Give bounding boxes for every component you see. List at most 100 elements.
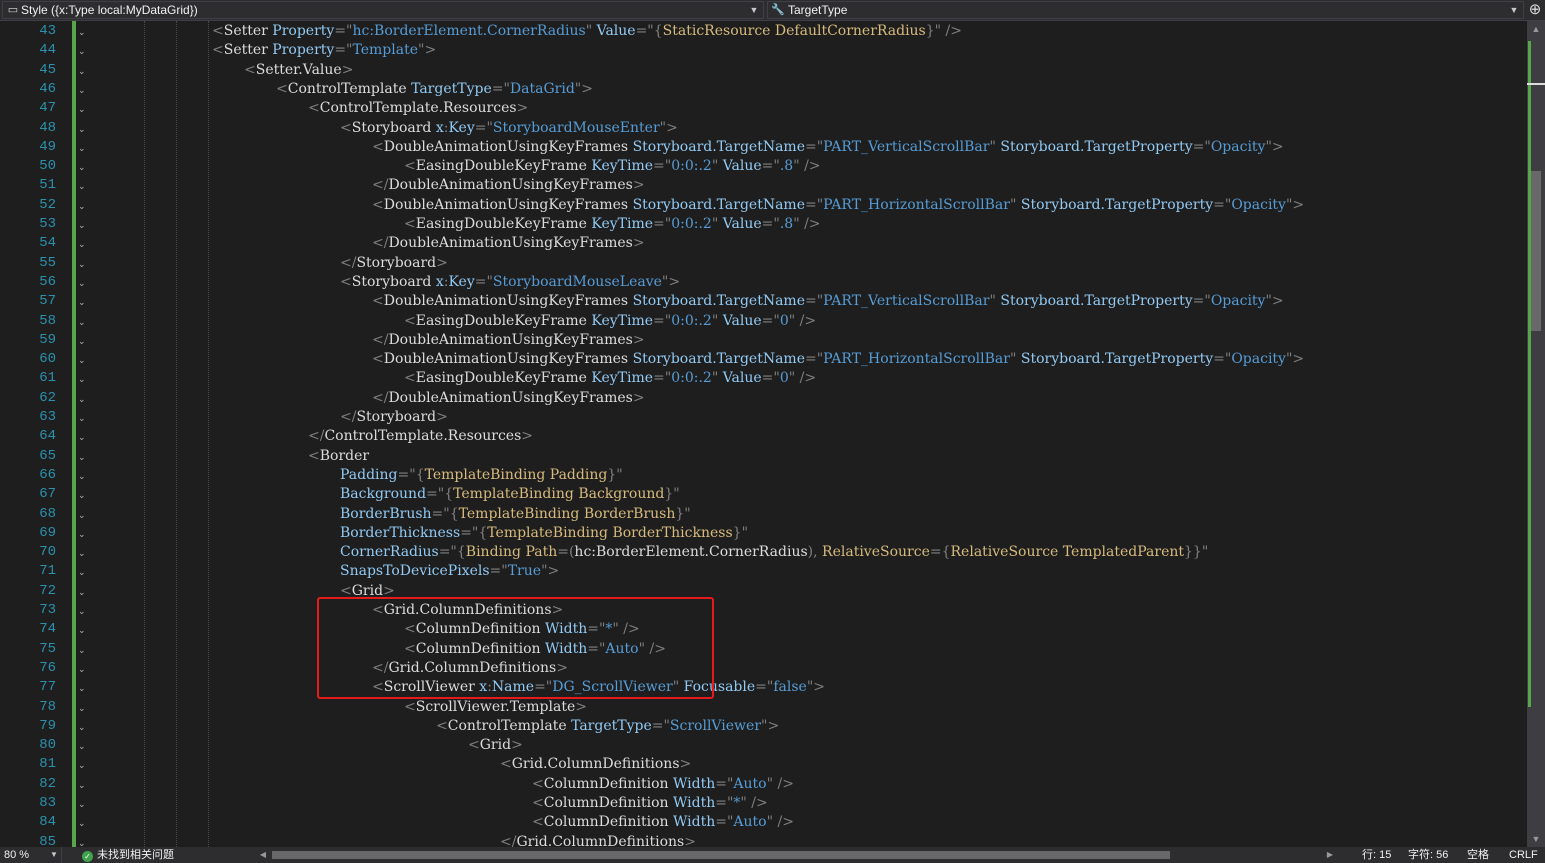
code-line[interactable]: <EasingDoubleKeyFrame KeyTime="0:0:.2" V… bbox=[404, 157, 821, 176]
fold-marker-icon[interactable]: ⌄ bbox=[78, 180, 87, 192]
fold-marker-icon[interactable]: ⌄ bbox=[78, 123, 87, 135]
code-line[interactable]: Padding="{TemplateBinding Padding}" bbox=[340, 466, 623, 485]
code-line[interactable]: <Setter.Value> bbox=[244, 61, 353, 80]
code-line[interactable]: </Grid.ColumnDefinitions> bbox=[500, 833, 696, 847]
code-line[interactable]: BorderThickness="{TemplateBinding Border… bbox=[340, 524, 748, 543]
fold-marker-icon[interactable]: ⌄ bbox=[78, 26, 87, 38]
zoom-dropdown[interactable]: 80 % ▼ bbox=[0, 847, 62, 863]
fold-marker-icon[interactable]: ⌄ bbox=[78, 779, 87, 791]
code-line[interactable]: <Setter Property="Template"> bbox=[212, 41, 436, 60]
scroll-right-icon[interactable]: ▶ bbox=[1325, 847, 1335, 863]
fold-marker-icon[interactable]: ⌄ bbox=[78, 644, 87, 656]
fold-marker-icon[interactable]: ⌄ bbox=[78, 277, 87, 289]
code-area[interactable]: <Setter Property="hc:BorderElement.Corne… bbox=[94, 21, 1524, 847]
code-line[interactable]: <DoubleAnimationUsingKeyFrames Storyboar… bbox=[372, 292, 1284, 311]
scope-dropdown[interactable]: ▭ Style ({x:Type local:MyDataGrid}) ▼ bbox=[2, 1, 764, 19]
code-line[interactable]: </DoubleAnimationUsingKeyFrames> bbox=[372, 176, 645, 195]
fold-marker-icon[interactable]: ⌄ bbox=[78, 586, 87, 598]
code-line[interactable]: <Grid> bbox=[468, 736, 523, 755]
code-line[interactable]: </DoubleAnimationUsingKeyFrames> bbox=[372, 234, 645, 253]
char-indicator[interactable]: 字符: 56 bbox=[1408, 847, 1448, 863]
fold-marker-icon[interactable]: ⌄ bbox=[78, 373, 87, 385]
fold-marker-icon[interactable]: ⌄ bbox=[78, 142, 87, 154]
fold-marker-icon[interactable]: ⌄ bbox=[78, 393, 87, 405]
code-line[interactable]: </DoubleAnimationUsingKeyFrames> bbox=[372, 331, 645, 350]
code-line[interactable]: BorderBrush="{TemplateBinding BorderBrus… bbox=[340, 505, 691, 524]
whitespace-indicator[interactable]: 空格 bbox=[1467, 847, 1489, 863]
code-line[interactable]: <EasingDoubleKeyFrame KeyTime="0:0:.2" V… bbox=[404, 215, 821, 234]
fold-marker-icon[interactable]: ⌄ bbox=[78, 470, 87, 482]
scroll-left-icon[interactable]: ◀ bbox=[258, 847, 268, 863]
fold-marker-icon[interactable]: ⌄ bbox=[78, 759, 87, 771]
fold-marker-icon[interactable]: ⌄ bbox=[78, 566, 87, 578]
fold-marker-icon[interactable]: ⌄ bbox=[78, 817, 87, 829]
fold-marker-icon[interactable]: ⌄ bbox=[78, 740, 87, 752]
fold-marker-icon[interactable]: ⌄ bbox=[78, 200, 87, 212]
code-line[interactable]: <ColumnDefinition Width="Auto" /> bbox=[532, 813, 794, 832]
code-token: TemplatedParent bbox=[1062, 544, 1185, 561]
split-window-icon[interactable]: ⊕ bbox=[1527, 2, 1543, 18]
code-line[interactable]: <ColumnDefinition Width="*" /> bbox=[532, 794, 768, 813]
fold-marker-icon[interactable]: ⌄ bbox=[78, 547, 87, 559]
code-line[interactable]: </Storyboard> bbox=[340, 408, 448, 427]
code-line[interactable]: CornerRadius="{Binding Path=(hc:BorderEl… bbox=[340, 543, 1208, 562]
code-line[interactable]: <DoubleAnimationUsingKeyFrames Storyboar… bbox=[372, 350, 1304, 369]
vertical-scrollbar[interactable]: ▲ ▼ bbox=[1527, 21, 1545, 847]
code-line[interactable]: <DoubleAnimationUsingKeyFrames Storyboar… bbox=[372, 138, 1284, 157]
fold-marker-icon[interactable]: ⌄ bbox=[78, 682, 87, 694]
code-line[interactable]: </DoubleAnimationUsingKeyFrames> bbox=[372, 389, 645, 408]
fold-marker-icon[interactable]: ⌄ bbox=[78, 258, 87, 270]
code-line[interactable]: <ControlTemplate TargetType="ScrollViewe… bbox=[436, 717, 779, 736]
fold-marker-icon[interactable]: ⌄ bbox=[78, 316, 87, 328]
code-line[interactable]: <ControlTemplate TargetType="DataGrid"> bbox=[276, 80, 593, 99]
horizontal-scrollbar[interactable]: ◀ ▶ bbox=[260, 847, 1340, 863]
code-line[interactable]: <Setter Property="hc:BorderElement.Corne… bbox=[212, 22, 962, 41]
fold-marker-icon[interactable]: ⌄ bbox=[78, 84, 87, 96]
code-line[interactable]: <Storyboard x:Key="StoryboardMouseLeave"… bbox=[340, 273, 680, 292]
horizontal-scrollbar-thumb[interactable] bbox=[272, 851, 1170, 859]
fold-marker-icon[interactable]: ⌄ bbox=[78, 489, 87, 501]
fold-marker-icon[interactable]: ⌄ bbox=[78, 296, 87, 308]
fold-marker-icon[interactable]: ⌄ bbox=[78, 65, 87, 77]
code-line[interactable]: <EasingDoubleKeyFrame KeyTime="0:0:.2" V… bbox=[404, 369, 816, 388]
fold-marker-icon[interactable]: ⌄ bbox=[78, 663, 87, 675]
member-dropdown[interactable]: 🔧 TargetType ▼ bbox=[767, 1, 1524, 19]
fold-marker-icon[interactable]: ⌄ bbox=[78, 702, 87, 714]
code-line[interactable]: <ScrollViewer.Template> bbox=[404, 698, 587, 717]
code-line[interactable]: <Border bbox=[308, 447, 369, 466]
fold-marker-icon[interactable]: ⌄ bbox=[78, 45, 87, 57]
line-indicator[interactable]: 行: 15 bbox=[1362, 847, 1391, 863]
code-line[interactable]: <Grid.ColumnDefinitions> bbox=[500, 755, 691, 774]
fold-marker-icon[interactable]: ⌄ bbox=[78, 335, 87, 347]
fold-marker-icon[interactable]: ⌄ bbox=[78, 238, 87, 250]
fold-marker-icon[interactable]: ⌄ bbox=[78, 219, 87, 231]
fold-marker-icon[interactable]: ⌄ bbox=[78, 721, 87, 733]
fold-marker-icon[interactable]: ⌄ bbox=[78, 412, 87, 424]
code-line[interactable]: <ControlTemplate.Resources> bbox=[308, 99, 528, 118]
scroll-down-icon[interactable]: ▼ bbox=[1527, 831, 1545, 847]
code-line[interactable]: <EasingDoubleKeyFrame KeyTime="0:0:.2" V… bbox=[404, 312, 816, 331]
fold-marker-icon[interactable]: ⌄ bbox=[78, 354, 87, 366]
scroll-up-icon[interactable]: ▲ bbox=[1527, 21, 1545, 37]
code-line[interactable]: </Storyboard> bbox=[340, 254, 448, 273]
fold-marker-icon[interactable]: ⌄ bbox=[78, 451, 87, 463]
scrollbar-thumb[interactable] bbox=[1531, 171, 1541, 331]
fold-marker-icon[interactable]: ⌄ bbox=[78, 509, 87, 521]
code-line[interactable]: Background="{TemplateBinding Background}… bbox=[340, 485, 680, 504]
line-ending-indicator[interactable]: CRLF bbox=[1509, 847, 1538, 863]
code-editor[interactable]: 43 44 45 46 47 48 49 50 51 52 53 54 55 56 57 58 59 60 61 62… bbox=[0, 21, 1527, 847]
code-line[interactable]: <Storyboard x:Key="StoryboardMouseEnter"… bbox=[340, 119, 678, 138]
fold-marker-icon[interactable]: ⌄ bbox=[78, 624, 87, 636]
code-line[interactable]: <DoubleAnimationUsingKeyFrames Storyboar… bbox=[372, 196, 1304, 215]
code-line[interactable]: </ControlTemplate.Resources> bbox=[308, 427, 533, 446]
fold-marker-icon[interactable]: ⌄ bbox=[78, 528, 87, 540]
fold-marker-icon[interactable]: ⌄ bbox=[78, 103, 87, 115]
fold-marker-icon[interactable]: ⌄ bbox=[78, 798, 87, 810]
fold-marker-icon[interactable]: ⌄ bbox=[78, 605, 87, 617]
fold-marker-icon[interactable]: ⌄ bbox=[78, 431, 87, 443]
code-line[interactable]: SnapsToDevicePixels="True"> bbox=[340, 562, 559, 581]
code-line[interactable]: <ColumnDefinition Width="Auto" /> bbox=[532, 775, 794, 794]
issues-indicator[interactable]: ✓ 未找到相关问题 bbox=[82, 847, 174, 863]
fold-marker-icon[interactable]: ⌄ bbox=[78, 837, 87, 847]
fold-marker-icon[interactable]: ⌄ bbox=[78, 161, 87, 173]
